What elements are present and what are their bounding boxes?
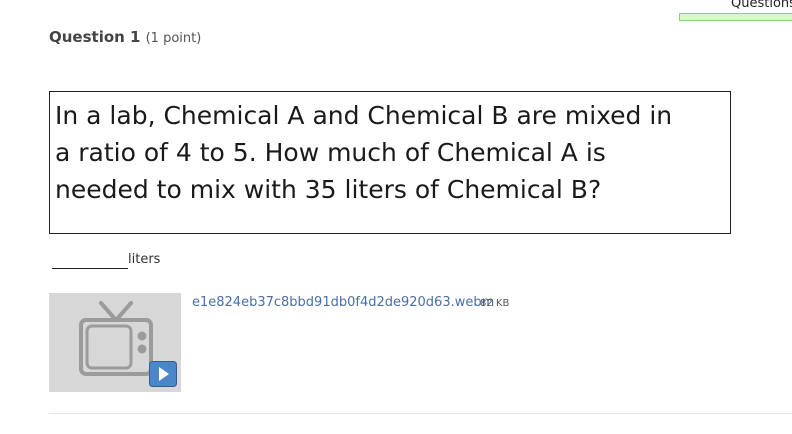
video-thumbnail[interactable] — [49, 293, 181, 392]
progress-label: Questions — [731, 0, 792, 11]
answer-input[interactable] — [52, 250, 128, 269]
play-icon[interactable] — [149, 361, 177, 387]
question-line: needed to mix with 35 liters of Chemical… — [55, 175, 602, 204]
quiz-page: Questions Question 1 (1 point) In a lab,… — [0, 0, 792, 434]
question-text: In a lab, Chemical A and Chemical B are … — [55, 97, 720, 208]
answer-unit: liters — [128, 252, 161, 267]
question-title: Question 1 — [49, 28, 141, 46]
divider — [49, 413, 792, 414]
attachment-link[interactable]: e1e824eb37c8bbd91db0f4d2de920d63.webm — [192, 295, 494, 310]
question-header: Question 1 (1 point) — [49, 27, 201, 46]
question-line: In a lab, Chemical A and Chemical B are … — [55, 101, 673, 130]
progress-bar — [679, 13, 792, 21]
question-line: a ratio of 4 to 5. How much of Chemical … — [55, 138, 606, 167]
question-image: In a lab, Chemical A and Chemical B are … — [49, 91, 731, 234]
answer-row: liters — [52, 250, 160, 269]
attachment-size: 82 KB — [480, 298, 510, 309]
question-points: (1 point) — [145, 31, 202, 46]
